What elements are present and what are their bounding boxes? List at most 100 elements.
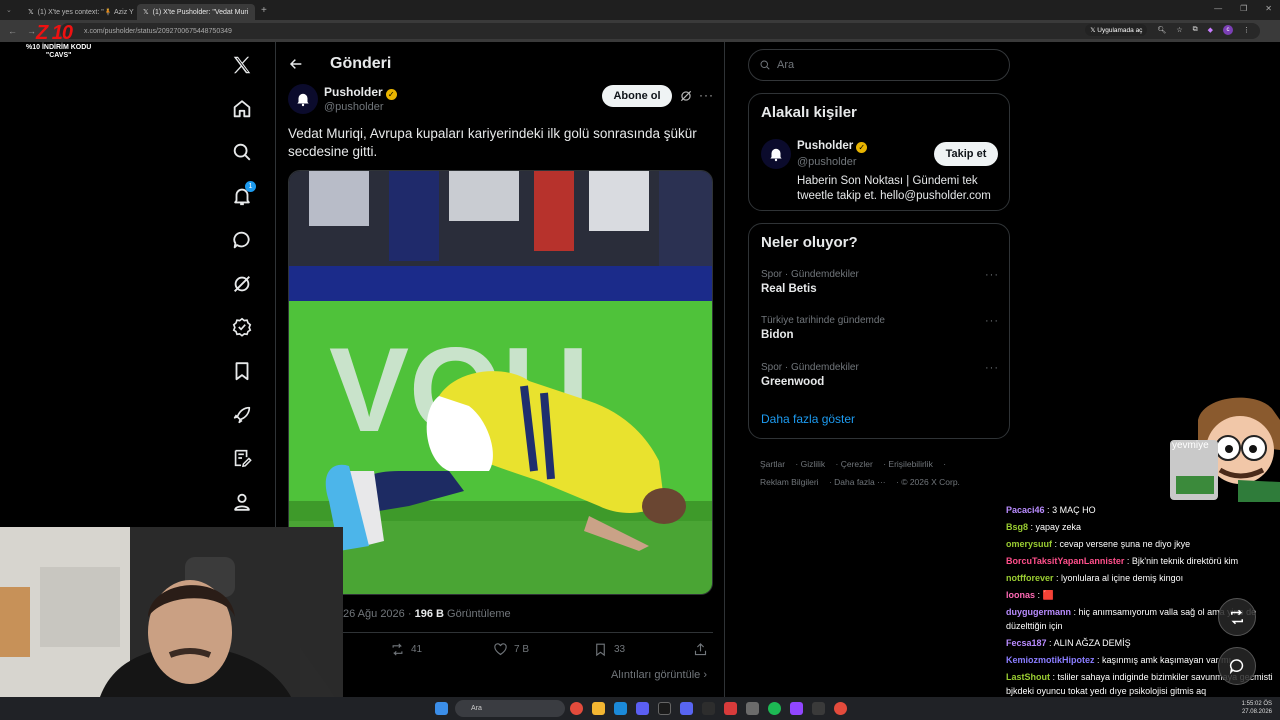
trend-more-icon[interactable]: ··· (985, 269, 999, 281)
address-bar[interactable]: x.com/pusholder/status/20927006754487503… (60, 23, 1260, 39)
repost-button[interactable]: 41 (390, 642, 422, 657)
like-button[interactable]: 7 B (493, 642, 529, 657)
trend-item[interactable]: Spor · Gündemdekiler Greenwood ··· (761, 362, 1001, 388)
chat-username[interactable]: Bsg8 (1006, 522, 1028, 532)
home-icon[interactable] (231, 98, 253, 120)
app-icon[interactable] (746, 702, 759, 715)
app-icon[interactable] (636, 702, 649, 715)
search-input[interactable]: Ara (748, 49, 1010, 81)
trend-more-icon[interactable]: ··· (985, 315, 999, 327)
chat-username[interactable]: loonas (1006, 590, 1035, 600)
chat-username[interactable]: Pacaci46 (1006, 505, 1045, 515)
chat-username[interactable]: notfforever (1006, 573, 1054, 583)
author-avatar[interactable] (288, 84, 318, 114)
author-handle[interactable]: @pusholder (324, 101, 383, 113)
chrome-icon[interactable] (834, 702, 847, 715)
new-tab-button[interactable]: + (261, 5, 267, 16)
show-more-link[interactable]: Daha fazla göster (761, 412, 855, 426)
tab-search-icon[interactable]: ⌄ (0, 6, 22, 14)
windows-taskbar: Ara 1:55:02 ÖS 27.08.2026 (0, 697, 1280, 720)
app-icon[interactable] (658, 702, 671, 715)
browser-tab-active[interactable]: 𝕏 (1) X'te Pusholder: "Vedat Muri × (137, 4, 255, 20)
profile-avatar[interactable]: c (1223, 25, 1233, 35)
menu-icon[interactable]: ⋮ (1243, 26, 1250, 34)
articles-icon[interactable] (231, 447, 253, 469)
close-window-icon[interactable]: ✕ (1265, 4, 1272, 13)
footer-link[interactable]: Erişilebilirlik (888, 459, 932, 469)
trend-item[interactable]: Türkiye tarihinde gündemde Bidon ··· (761, 315, 1001, 341)
promo-code-value: "CAVS" (45, 52, 72, 59)
app-icon[interactable] (702, 702, 715, 715)
post-author-row: Pusholder ✓ @pusholder Abone ol ··· (288, 83, 713, 115)
messages-icon[interactable] (231, 229, 253, 251)
chat-username[interactable]: LastShout (1006, 672, 1050, 682)
footer-link[interactable]: Gizlilik (801, 459, 826, 469)
view-quotes-link[interactable]: Alıntıları görüntüle › (611, 669, 707, 681)
start-icon[interactable] (435, 702, 448, 715)
chat-username[interactable]: BorcuTaksitYapanLannister (1006, 556, 1124, 566)
app-icon[interactable] (724, 702, 737, 715)
follow-button[interactable]: Takip et (934, 142, 998, 166)
chat-username[interactable]: KemiozmotikHipotez (1006, 655, 1095, 665)
post-header: Gönderi (288, 52, 391, 76)
footer-link[interactable]: Şartlar (760, 459, 785, 469)
footer-link[interactable]: Reklam Bilgileri (760, 477, 819, 487)
twitch-icon[interactable] (790, 702, 803, 715)
chat-message-icon[interactable] (1218, 647, 1256, 685)
spotify-icon[interactable] (768, 702, 781, 715)
notifications-icon[interactable]: 1 (231, 181, 256, 207)
trend-item[interactable]: Spor · Gündemdekiler Real Betis ··· (761, 269, 1001, 295)
bookmark-button[interactable]: 33 (593, 642, 625, 657)
share-button[interactable] (693, 642, 708, 657)
trend-name: Greenwood (761, 376, 825, 388)
back-nav-icon[interactable]: ← (8, 26, 17, 36)
chat-text: cevap versene şuna ne diyo jkye (1059, 539, 1191, 549)
star-icon[interactable]: ☆ (1176, 26, 1182, 34)
rocket-icon[interactable] (231, 404, 253, 426)
chat-username[interactable]: omerysuuf (1006, 539, 1052, 549)
chat-username[interactable]: Fecsa187 (1006, 638, 1047, 648)
maximize-icon[interactable]: ❐ (1240, 4, 1247, 13)
minimize-icon[interactable]: — (1214, 4, 1222, 13)
trend-category: Türkiye tarihinde gündemde (761, 315, 885, 326)
extensions-icon[interactable]: ⧉ (1193, 26, 1198, 34)
x-favicon-icon: 𝕏 (28, 9, 34, 16)
system-clock[interactable]: 1:55:02 ÖS 27.08.2026 (1242, 700, 1272, 716)
related-handle[interactable]: @pusholder (797, 156, 856, 168)
post-date[interactable]: 26 Ağu 2026 (343, 608, 405, 620)
related-name[interactable]: Pusholder ✓ (797, 140, 868, 153)
trend-more-icon[interactable]: ··· (985, 362, 999, 374)
chat-reply-icon[interactable] (1218, 598, 1256, 636)
footer-link[interactable]: Daha fazla ··· (834, 477, 886, 487)
edge-icon[interactable] (614, 702, 627, 715)
grok-explain-icon[interactable] (679, 89, 693, 103)
chrome-icon[interactable] (570, 702, 583, 715)
profile-icon[interactable] (231, 491, 253, 513)
verified-orgs-icon[interactable] (231, 316, 253, 338)
bookmarks-icon[interactable] (231, 360, 253, 382)
search-icon[interactable] (231, 141, 253, 163)
related-avatar[interactable] (761, 139, 791, 169)
extension-icon[interactable]: ◆ (1208, 26, 1213, 34)
meta-separator: · (407, 608, 412, 620)
subscribe-button[interactable]: Abone ol (602, 85, 672, 107)
author-name[interactable]: Pusholder ✓ (324, 85, 397, 100)
related-people-title: Alakalı kişiler (761, 104, 857, 121)
chat-username[interactable]: duygugermann (1006, 607, 1071, 617)
more-options-icon[interactable]: ··· (699, 88, 714, 102)
app-icon[interactable] (812, 702, 825, 715)
folder-icon[interactable] (592, 702, 605, 715)
post-image[interactable]: VOU (288, 170, 713, 595)
browser-tab[interactable]: 𝕏 (1) X'te yes context: "🧍 Aziz Y × (22, 4, 137, 20)
taskbar-search[interactable]: Ara (455, 700, 565, 717)
zoom-icon[interactable]: 🔍︎ (1157, 26, 1166, 34)
grok-icon[interactable] (231, 273, 253, 295)
footer-link[interactable]: Çerezler (841, 459, 873, 469)
discord-icon[interactable] (680, 702, 693, 715)
back-arrow-icon[interactable] (288, 56, 304, 72)
views-count: 196 B (414, 608, 444, 620)
open-in-app-button[interactable]: 𝕏 Uygulamada aç (1085, 24, 1148, 36)
bell-logo-icon (297, 93, 309, 107)
x-logo-icon[interactable] (231, 54, 253, 76)
search-icon (760, 60, 770, 70)
